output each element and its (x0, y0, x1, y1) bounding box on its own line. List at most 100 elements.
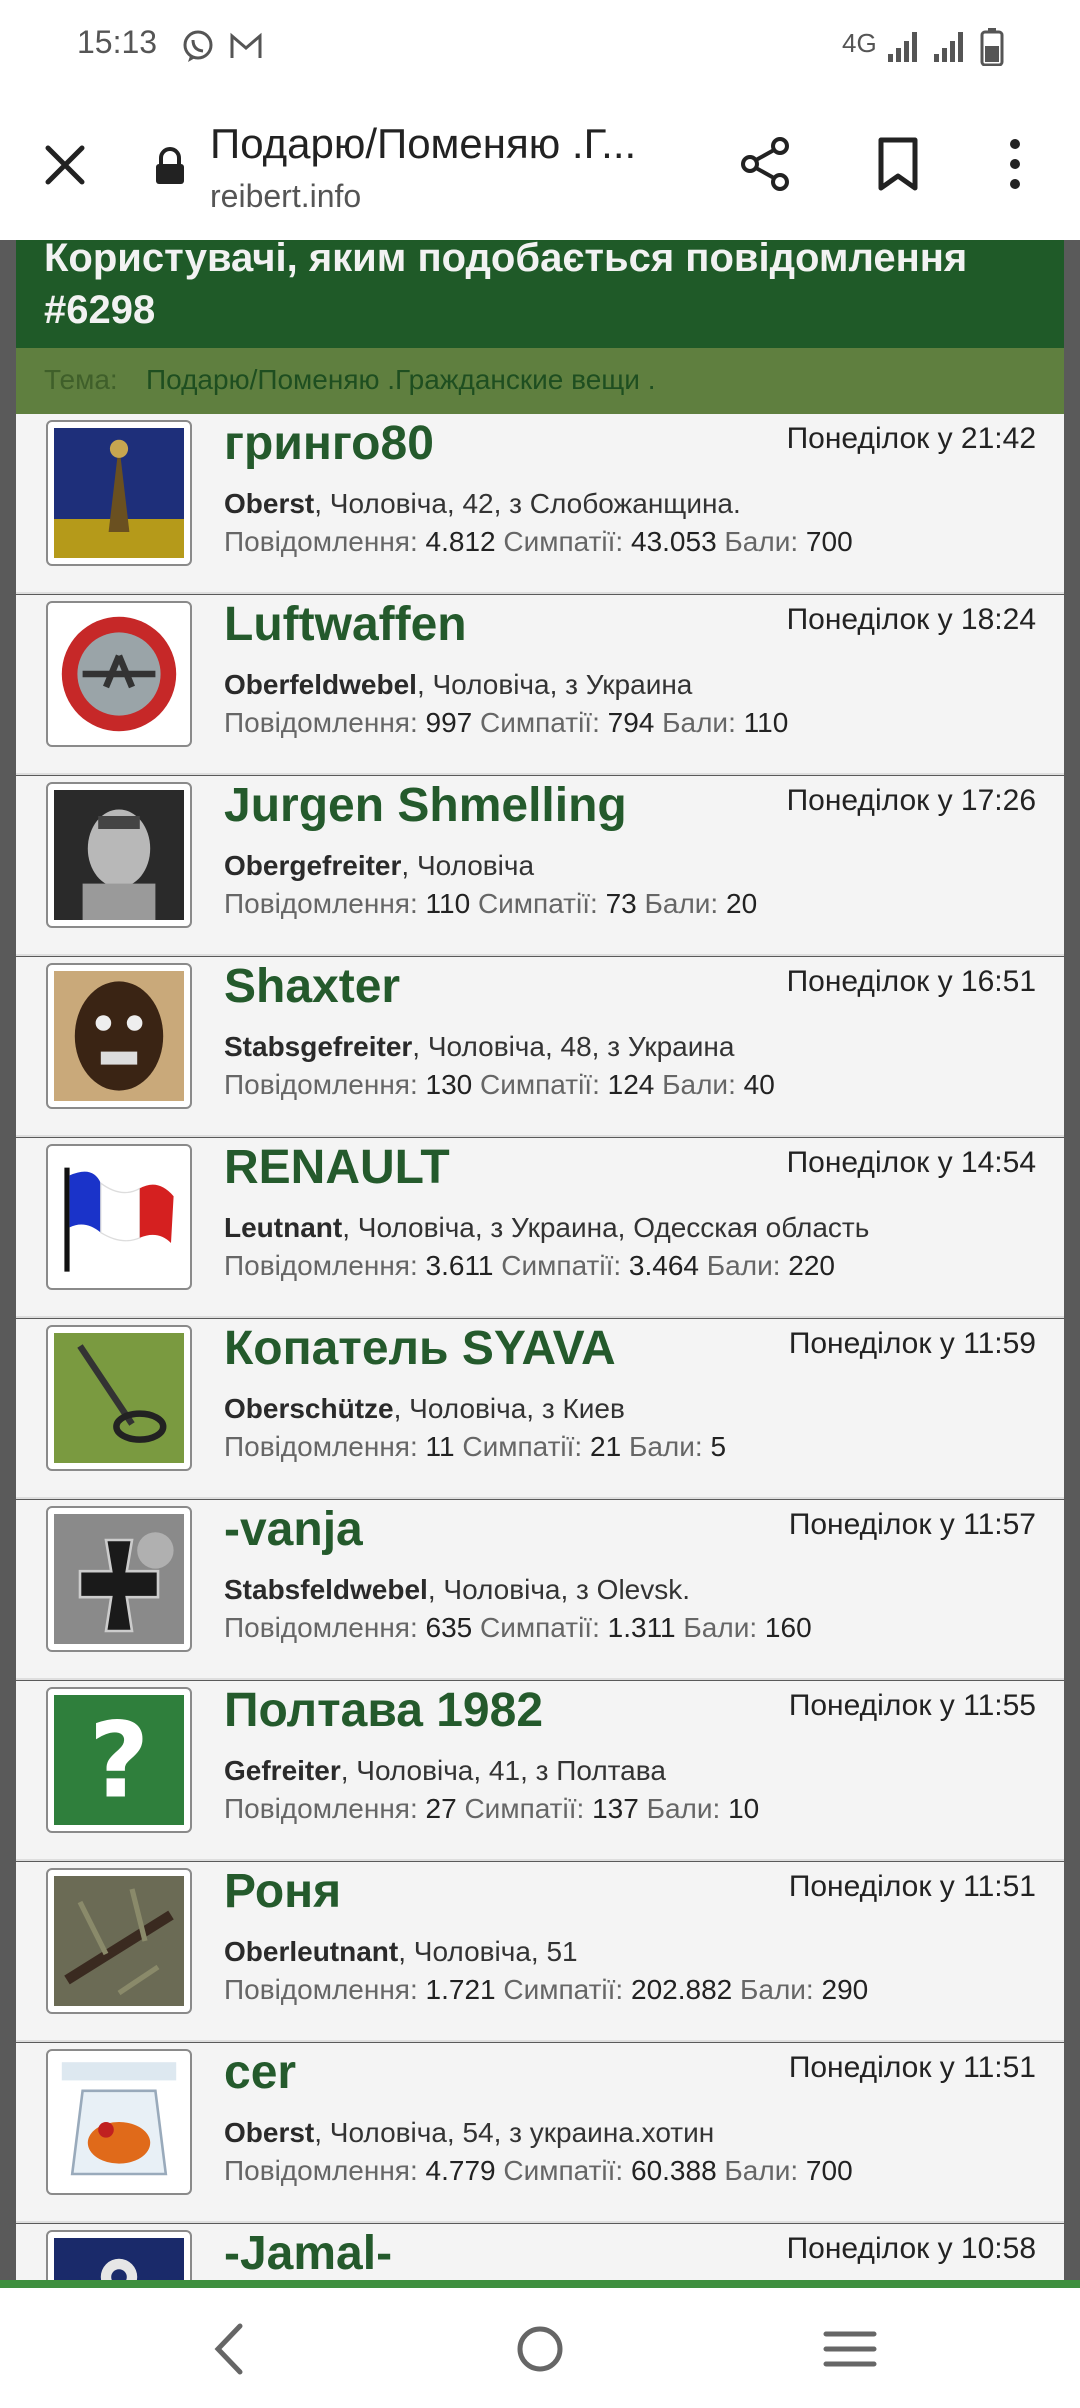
likes-count: 21 (590, 1431, 622, 1462)
user-rank: Oberst (224, 2117, 315, 2148)
username[interactable]: RENAULT (224, 1140, 450, 1195)
user-stats: Повідомлення: 110 Симпатії: 73 Бали: 20 (224, 888, 757, 920)
more-vert-icon[interactable] (1000, 134, 1030, 194)
subject-label: Тема: (44, 364, 118, 395)
messages-label: Повідомлення: (224, 707, 418, 738)
points-label: Бали: (662, 1069, 736, 1100)
overlay-header: Користувачі, яким подобається повідомлен… (16, 240, 1064, 348)
likes-count: 60.388 (631, 2155, 717, 2186)
avatar[interactable] (46, 1868, 192, 2014)
bookmark-icon[interactable] (873, 134, 923, 194)
points-count: 700 (805, 2155, 853, 2186)
avatar[interactable] (46, 1144, 192, 1290)
likes-label: Симпатії: (480, 1612, 600, 1643)
likes-label: Симпатії: (480, 707, 600, 738)
avatar[interactable]: ? (46, 1687, 192, 1833)
like-time: Понеділок у 21:42 (786, 422, 1036, 455)
avatar-image (54, 2238, 184, 2285)
user-rank: Stabsfeldwebel (224, 1574, 428, 1605)
user-details: , Чоловіча, з Украина (416, 669, 693, 700)
home-icon[interactable] (510, 2314, 570, 2384)
username[interactable]: Роня (224, 1864, 341, 1919)
points-label: Бали: (724, 2155, 799, 2186)
list-item: ? Полтава 1982 Понеділок у 11:55 Gefreit… (16, 1681, 1064, 1861)
points-label: Бали: (644, 888, 719, 919)
list-item: Luftwaffen Понеділок у 18:24 Oberfeldweb… (16, 595, 1064, 775)
points-label: Бали: (724, 526, 799, 557)
avatar[interactable] (46, 601, 192, 747)
avatar-image (54, 2057, 184, 2187)
avatar[interactable] (46, 2049, 192, 2195)
points-count: 20 (726, 888, 758, 919)
messages-label: Повідомлення: (224, 1069, 418, 1100)
like-time: Понеділок у 11:55 (788, 1689, 1036, 1722)
avatar-image (54, 790, 184, 920)
like-time: Понеділок у 18:24 (786, 603, 1036, 636)
username[interactable]: Полтава 1982 (224, 1683, 543, 1738)
like-time: Понеділок у 17:26 (786, 784, 1036, 817)
points-count: 40 (743, 1069, 775, 1100)
avatar-image (54, 1152, 184, 1282)
likes-count: 202.882 (631, 1974, 733, 2005)
like-time: Понеділок у 11:59 (788, 1327, 1036, 1360)
recents-icon[interactable] (820, 2314, 880, 2384)
list-item: Копатель SYAVA Понеділок у 11:59 Obersch… (16, 1319, 1064, 1499)
user-info: Oberleutnant, Чоловіча, 51 (224, 1936, 578, 1968)
username[interactable]: гринго80 (224, 416, 434, 471)
user-rank: Leutnant (224, 1212, 343, 1243)
messages-count: 27 (425, 1793, 457, 1824)
close-icon[interactable] (40, 140, 90, 190)
share-icon[interactable] (736, 134, 796, 194)
user-details: , Чоловіча, з Украина, Одесская область (342, 1212, 870, 1243)
svg-text:?: ? (89, 1699, 149, 1821)
avatar[interactable] (46, 420, 192, 566)
user-rank: Obergefreiter (224, 850, 402, 881)
user-details: , Чоловіча, 42, з Слобожанщина. (314, 488, 741, 519)
list-item: Shaxter Понеділок у 16:51 Stabsgefreiter… (16, 957, 1064, 1137)
user-stats: Повідомлення: 4.812 Симпатії: 43.053 Бал… (224, 526, 853, 558)
likes-count: 137 (592, 1793, 639, 1824)
messages-label: Повідомлення: (224, 1250, 418, 1281)
avatar[interactable] (46, 782, 192, 928)
username[interactable]: Luftwaffen (224, 597, 467, 652)
points-label: Бали: (706, 1250, 781, 1281)
points-count: 110 (743, 707, 789, 738)
likes-label: Симпатії: (462, 1431, 583, 1462)
like-time: Понеділок у 10:58 (786, 2232, 1036, 2265)
avatar[interactable] (46, 1325, 192, 1471)
user-info: Obergefreiter, Чоловіча (224, 850, 534, 882)
username[interactable]: -Jamal- (224, 2226, 392, 2281)
user-rank: Stabsgefreiter (224, 1031, 413, 1062)
username[interactable]: Копатель SYAVA (224, 1321, 616, 1376)
messages-count: 3.611 (425, 1250, 494, 1281)
user-rank: Gefreiter (224, 1755, 341, 1786)
navigation-bar (0, 2288, 1080, 2408)
user-rank: Oberfeldwebel (224, 669, 417, 700)
avatar[interactable] (46, 2230, 192, 2285)
user-stats: Повідомлення: 4.779 Симпатії: 60.388 Бал… (224, 2155, 853, 2187)
user-details: , Чоловіча, 48, з Украина (412, 1031, 735, 1062)
user-details: , Чоловіча, 54, з украина.хотин (314, 2117, 715, 2148)
username[interactable]: Shaxter (224, 959, 400, 1014)
likes-count: 3.464 (628, 1250, 699, 1281)
messages-label: Повідомлення: (224, 888, 418, 919)
user-info: Stabsfeldwebel, Чоловіча, з Olevsk. (224, 1574, 690, 1606)
user-stats: Повідомлення: 1.721 Симпатії: 202.882 Ба… (224, 1974, 868, 2006)
back-icon[interactable] (200, 2314, 260, 2384)
subject-link[interactable]: Подарю/Поменяю .Гражданские вещи . (146, 364, 656, 396)
user-info: Oberst, Чоловіча, 42, з Слобожанщина. (224, 488, 741, 520)
avatar-image (54, 428, 184, 558)
avatar[interactable] (46, 1506, 192, 1652)
avatar[interactable] (46, 963, 192, 1109)
messages-count: 130 (425, 1069, 473, 1100)
username[interactable]: Jurgen Shmelling (224, 778, 627, 833)
page-url[interactable]: reibert.info (210, 178, 361, 215)
user-stats: Повідомлення: 635 Симпатії: 1.311 Бали: … (224, 1612, 812, 1644)
points-label: Бали: (628, 1431, 703, 1462)
lock-icon (156, 147, 184, 184)
username[interactable]: cer (224, 2045, 296, 2100)
username[interactable]: -vanja (224, 1502, 363, 1557)
page-title: Подарю/Поменяю .Г... (210, 120, 637, 167)
likes-count: 794 (607, 707, 655, 738)
points-label: Бали: (740, 1974, 814, 2005)
